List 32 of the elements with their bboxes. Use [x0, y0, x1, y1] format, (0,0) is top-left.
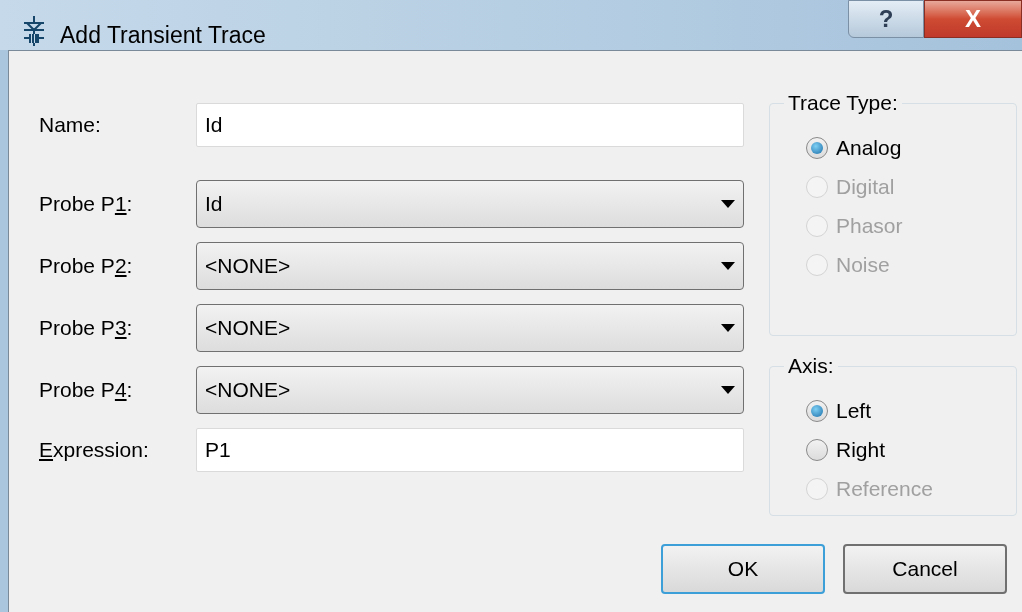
radio-label: Digital	[836, 173, 895, 200]
radio-label: Right	[836, 436, 886, 463]
field-label: Probe P3:	[39, 316, 133, 340]
help-button[interactable]: ?	[848, 0, 924, 38]
field-label: Name:	[39, 112, 102, 139]
radio-label: Reference	[836, 475, 933, 502]
field-label: Probe P4:	[39, 378, 133, 402]
probe-dropdown[interactable]: <NONE>	[196, 304, 744, 352]
radio-button[interactable]	[806, 438, 828, 461]
radio-label: Left	[836, 397, 872, 424]
dropdown-arrow-icon	[721, 200, 735, 208]
probe-dropdown[interactable]: <NONE>	[196, 366, 744, 414]
probe-dropdown[interactable]: <NONE>	[196, 242, 744, 290]
probe-dropdown[interactable]: Id	[196, 180, 744, 228]
radio-label: Noise	[836, 251, 890, 278]
dropdown-arrow-icon	[721, 386, 735, 394]
radio-label: Analog	[836, 134, 902, 161]
field-label: Expression:	[39, 438, 149, 462]
dropdown-arrow-icon	[721, 324, 735, 332]
radio-button[interactable]	[806, 136, 828, 159]
dialog-button[interactable]: OK	[661, 544, 825, 594]
diode-icon	[22, 16, 46, 46]
close-button[interactable]: X	[924, 0, 1022, 38]
field-label: Probe P1:	[39, 192, 133, 216]
name-field[interactable]: Id	[196, 103, 744, 147]
dialog-button[interactable]: Cancel	[843, 544, 1007, 594]
dropdown-arrow-icon	[721, 262, 735, 270]
radio-button[interactable]	[806, 399, 828, 422]
radio-label: Phasor	[836, 212, 903, 239]
window-title: Add Transient Trace	[60, 21, 266, 50]
field-label: Probe P2:	[39, 254, 133, 278]
expression-field[interactable]: P1	[196, 428, 744, 472]
